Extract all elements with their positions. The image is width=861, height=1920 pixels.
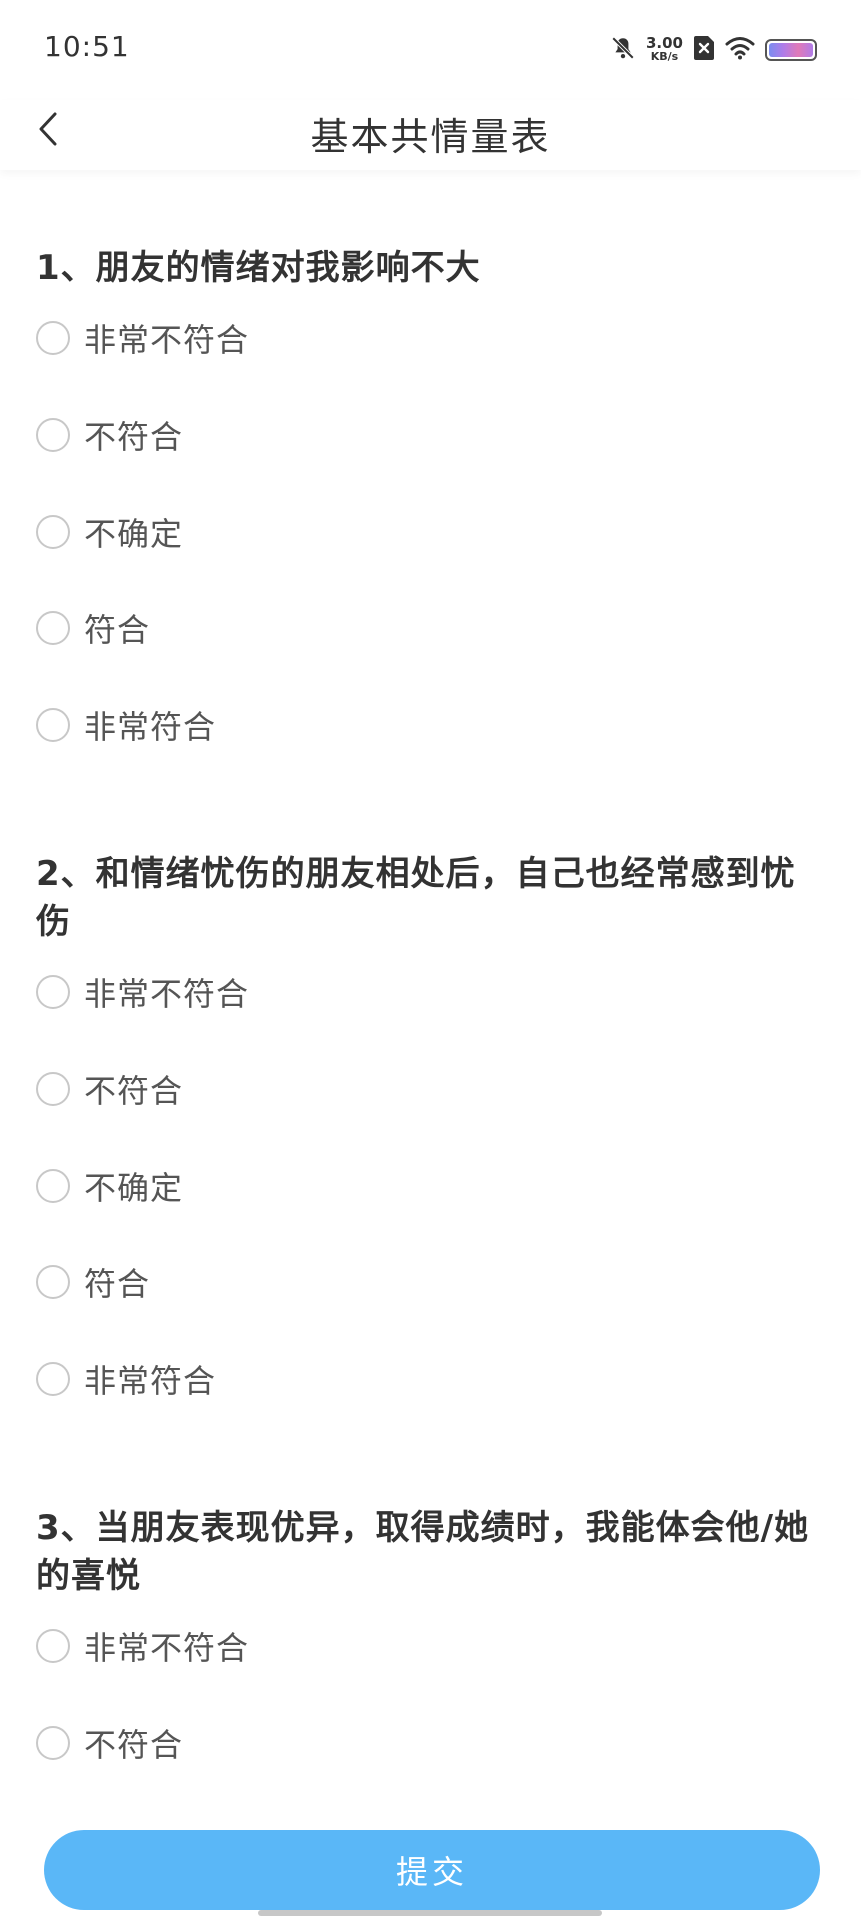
survey-page: 10:51 3.00 KB/s 基本共情量表 1、朋友的情绪对我影响不大 非常不… bbox=[0, 0, 861, 1920]
option-q2-3[interactable]: 不确定 bbox=[36, 1156, 183, 1216]
option-q1-1[interactable]: 非常不符合 bbox=[36, 308, 249, 368]
submit-button[interactable]: 提交 bbox=[44, 1830, 820, 1910]
option-label: 非常不符合 bbox=[84, 975, 250, 1013]
net-speed-value: 3.00 bbox=[645, 34, 683, 52]
sim-x-icon bbox=[693, 35, 715, 65]
status-bar: 10:51 3.00 KB/s bbox=[0, 0, 861, 100]
option-label: 非常不符合 bbox=[84, 1629, 250, 1667]
status-time: 10:51 bbox=[44, 30, 130, 63]
option-label: 不符合 bbox=[84, 418, 184, 456]
question-3: 3、当朋友表现优异，取得成绩时，我能体会他/她 的喜悦 bbox=[36, 1504, 825, 1600]
battery-icon bbox=[765, 39, 817, 61]
question-title-line1: 3、当朋友表现优异，取得成绩时，我能体会他/她 bbox=[36, 1508, 810, 1548]
wifi-icon bbox=[725, 36, 755, 64]
radio-button[interactable] bbox=[36, 975, 70, 1009]
radio-button[interactable] bbox=[36, 515, 70, 549]
question-2: 2、和情绪忧伤的朋友相处后，自己也经常感到忧 伤 bbox=[36, 850, 825, 946]
option-label: 非常不符合 bbox=[84, 321, 250, 359]
option-q1-3[interactable]: 不确定 bbox=[36, 502, 183, 562]
option-label: 非常符合 bbox=[84, 1362, 217, 1400]
option-label: 符合 bbox=[84, 1265, 151, 1303]
option-q2-4[interactable]: 符合 bbox=[36, 1252, 150, 1312]
radio-button[interactable] bbox=[36, 1169, 70, 1203]
option-q1-4[interactable]: 符合 bbox=[36, 598, 150, 658]
net-speed: 3.00 KB/s bbox=[645, 34, 683, 64]
radio-button[interactable] bbox=[36, 1265, 70, 1299]
option-label: 不确定 bbox=[84, 1169, 184, 1207]
page-title: 基本共情量表 bbox=[310, 115, 551, 159]
option-q2-5[interactable]: 非常符合 bbox=[36, 1349, 216, 1409]
question-title-line2: 的喜悦 bbox=[36, 1556, 141, 1596]
bell-muted-icon bbox=[610, 35, 636, 65]
radio-button[interactable] bbox=[36, 708, 70, 742]
radio-button[interactable] bbox=[36, 1629, 70, 1663]
radio-button[interactable] bbox=[36, 611, 70, 645]
option-label: 不符合 bbox=[84, 1072, 184, 1110]
status-icons: 3.00 KB/s bbox=[610, 30, 817, 70]
question-title-line1: 2、和情绪忧伤的朋友相处后，自己也经常感到忧 bbox=[36, 854, 796, 894]
option-label: 符合 bbox=[84, 611, 151, 649]
option-q2-1[interactable]: 非常不符合 bbox=[36, 962, 249, 1022]
option-label: 非常符合 bbox=[84, 708, 217, 746]
option-label: 不符合 bbox=[84, 1726, 184, 1764]
option-q3-1[interactable]: 非常不符合 bbox=[36, 1616, 249, 1676]
battery-fill bbox=[769, 43, 813, 57]
option-label: 不确定 bbox=[84, 515, 184, 553]
radio-button[interactable] bbox=[36, 321, 70, 355]
home-indicator bbox=[258, 1910, 602, 1916]
option-q1-5[interactable]: 非常符合 bbox=[36, 695, 216, 755]
radio-button[interactable] bbox=[36, 1726, 70, 1760]
question-title-line2: 伤 bbox=[36, 902, 71, 942]
option-q2-2[interactable]: 不符合 bbox=[36, 1059, 183, 1119]
option-q1-2[interactable]: 不符合 bbox=[36, 405, 183, 465]
radio-button[interactable] bbox=[36, 1362, 70, 1396]
header-bar: 基本共情量表 bbox=[0, 100, 861, 170]
radio-button[interactable] bbox=[36, 1072, 70, 1106]
question-title: 1、朋友的情绪对我影响不大 bbox=[36, 248, 481, 288]
question-1: 1、朋友的情绪对我影响不大 bbox=[36, 244, 825, 292]
radio-button[interactable] bbox=[36, 418, 70, 452]
option-q3-2[interactable]: 不符合 bbox=[36, 1713, 183, 1773]
net-speed-unit: KB/s bbox=[650, 50, 679, 63]
